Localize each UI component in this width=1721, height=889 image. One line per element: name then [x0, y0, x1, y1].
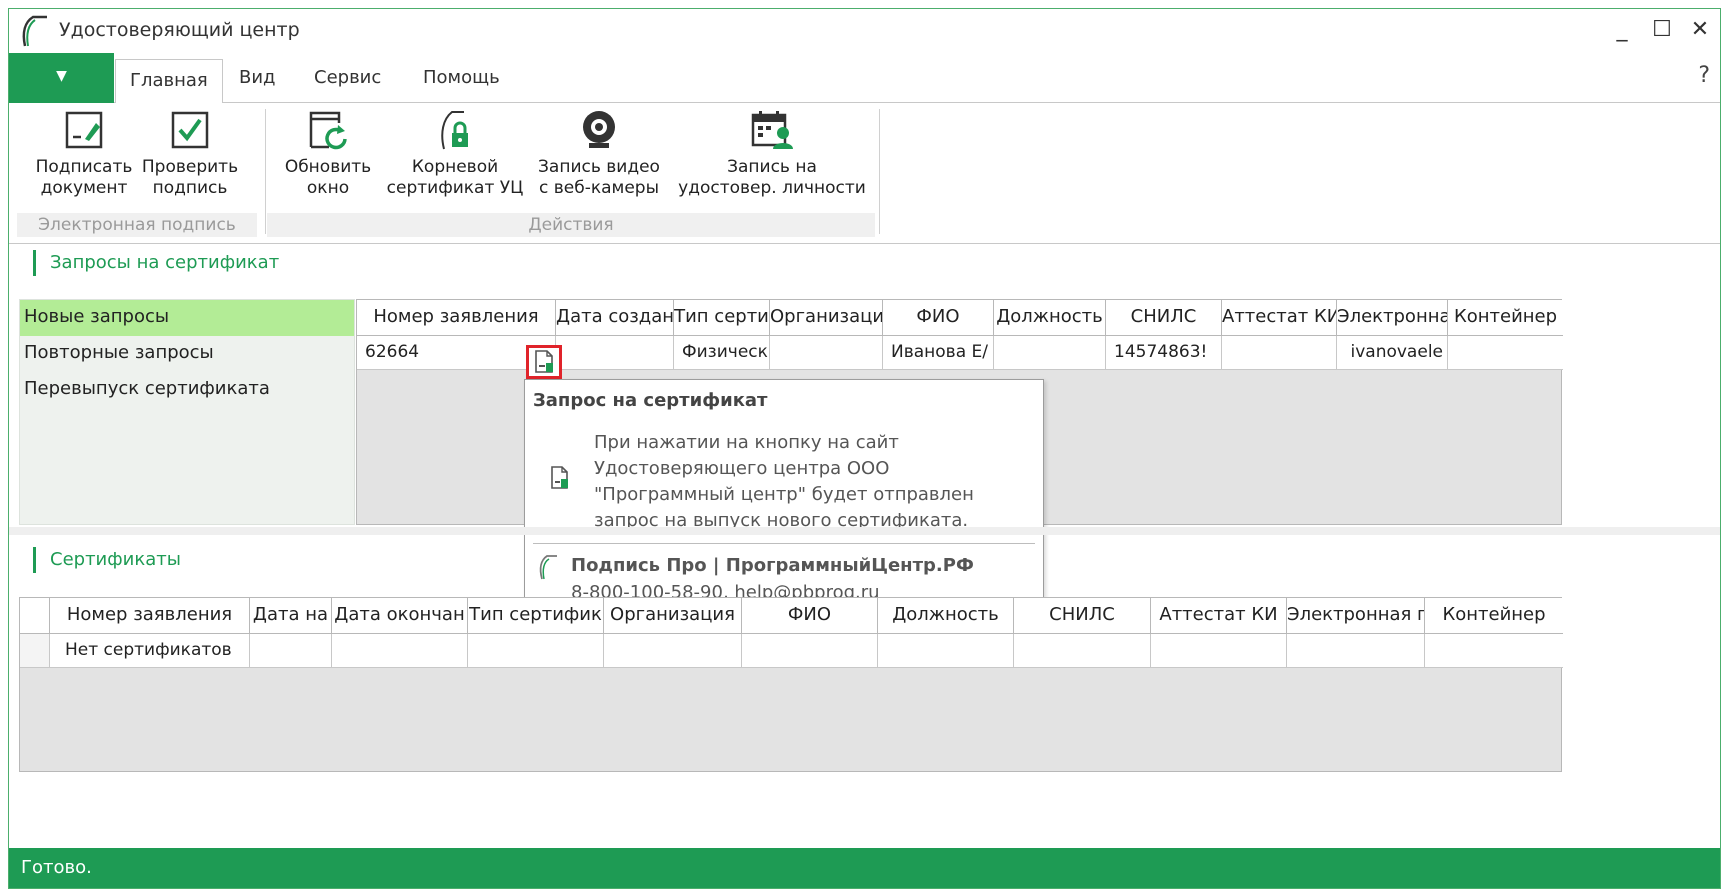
calendar-person-icon: [751, 111, 793, 149]
column-header[interactable]: Контейнер: [1425, 598, 1563, 634]
tab-view[interactable]: Вид: [239, 67, 276, 88]
table-cell[interactable]: [742, 634, 878, 668]
close-button[interactable]: ✕: [1682, 15, 1718, 45]
table-cell[interactable]: [250, 634, 332, 668]
sign-document-icon: [65, 111, 103, 149]
row-header[interactable]: [20, 634, 50, 668]
window-title: Удостоверяющий центр: [59, 19, 300, 41]
column-header[interactable]: Электронна: [1337, 300, 1448, 336]
column-header[interactable]: Тип серти: [674, 300, 770, 336]
cell-created-date[interactable]: [556, 336, 674, 370]
cell-cert-type[interactable]: Физическ: [674, 336, 770, 370]
identity-appointment-button[interactable]: Запись на удостовер. личности: [669, 109, 875, 199]
group-caption-actions: Действия: [267, 213, 875, 237]
menu-tab-bar: ▼ Главная Вид Сервис Помощь ?: [9, 53, 1720, 104]
root-certificate-icon: [441, 111, 468, 150]
requests-section-title: Запросы на сертификат: [33, 250, 279, 276]
column-header[interactable]: Тип сертифик: [468, 598, 604, 634]
webcam-icon: [583, 111, 615, 148]
table-cell[interactable]: [332, 634, 468, 668]
column-header[interactable]: Электронная г: [1287, 598, 1425, 634]
tooltip-body: При нажатии на кнопку на сайт Удостоверя…: [594, 432, 974, 531]
column-header[interactable]: Номер заявления: [357, 300, 556, 336]
column-header[interactable]: Должность: [878, 598, 1014, 634]
refresh-window-button[interactable]: Обновить окно: [275, 109, 381, 199]
ribbon-separator: [265, 109, 266, 234]
verify-signature-icon: [171, 111, 209, 149]
root-certificate-button[interactable]: Корневой сертификат УЦ: [381, 109, 529, 199]
tooltip-brand: Подпись Про | ПрограммныйЦентр.РФ: [571, 555, 974, 576]
table-cell[interactable]: [1425, 634, 1563, 668]
certificates-table: Номер заявления Дата на Дата окончан Тип…: [19, 597, 1563, 772]
cell-snils[interactable]: 14574863!: [1106, 336, 1222, 370]
main-window: Удостоверяющий центр _ ☐ ✕ ▼ Главная Вид…: [8, 8, 1721, 889]
sign-document-button[interactable]: Подписать документ: [23, 109, 145, 199]
maximize-button[interactable]: ☐: [1644, 15, 1680, 45]
table-cell[interactable]: [468, 634, 604, 668]
cell-position[interactable]: [994, 336, 1106, 370]
group-caption-signature: Электронная подпись: [17, 213, 257, 237]
ribbon-separator: [879, 109, 880, 234]
file-menu-button[interactable]: ▼: [9, 53, 114, 103]
tooltip-divider: [533, 543, 1035, 544]
list-item-new-requests[interactable]: Новые запросы: [20, 300, 354, 336]
section-divider: [9, 527, 1720, 535]
column-header[interactable]: Организация: [604, 598, 742, 634]
cell-full-name[interactable]: Иванова Е/: [883, 336, 994, 370]
table-cell[interactable]: [1014, 634, 1151, 668]
tooltip-title: Запрос на сертификат: [533, 390, 768, 411]
list-item-repeat-requests[interactable]: Повторные запросы: [20, 336, 354, 372]
certificates-section-title: Сертификаты: [33, 547, 181, 573]
column-header[interactable]: ФИО: [742, 598, 878, 634]
tab-service[interactable]: Сервис: [314, 67, 381, 88]
status-bar: Готово.: [9, 848, 1720, 888]
column-header[interactable]: Аттестат КИ: [1222, 300, 1337, 336]
column-header[interactable]: Номер заявления: [50, 598, 250, 634]
table-cell[interactable]: [1151, 634, 1287, 668]
app-logo-icon: [537, 554, 559, 585]
tab-home[interactable]: Главная: [115, 59, 223, 104]
list-item-reissue[interactable]: Перевыпуск сертификата: [20, 372, 354, 408]
cell-container[interactable]: [1448, 336, 1563, 370]
tooltip: Запрос на сертификат При нажатии на кноп…: [524, 379, 1044, 612]
column-header[interactable]: Дата окончан: [332, 598, 468, 634]
send-request-button[interactable]: [526, 345, 562, 379]
table-cell[interactable]: [878, 634, 1014, 668]
cell-email[interactable]: ivanovaele: [1337, 336, 1448, 370]
column-header[interactable]: Дата на: [250, 598, 332, 634]
column-header[interactable]: СНИЛС: [1014, 598, 1151, 634]
column-header[interactable]: ФИО: [883, 300, 994, 336]
document-request-icon: [535, 350, 553, 373]
tab-help[interactable]: Помощь: [423, 67, 500, 88]
empty-table-message: Нет сертификатов: [50, 634, 250, 668]
column-header[interactable]: Организаци: [770, 300, 883, 336]
minimize-button[interactable]: _: [1604, 15, 1640, 45]
column-header[interactable]: СНИЛС: [1106, 300, 1222, 336]
column-header[interactable]: Должность: [994, 300, 1106, 336]
column-header[interactable]: Дата создан: [556, 300, 674, 336]
title-bar: Удостоверяющий центр _ ☐ ✕: [9, 9, 1720, 53]
app-logo-icon: [19, 14, 51, 53]
cell-organization[interactable]: [770, 336, 883, 370]
document-request-icon: [547, 465, 573, 496]
column-header[interactable]: Аттестат КИ: [1151, 598, 1287, 634]
refresh-window-icon: [309, 111, 347, 150]
row-header-corner: [20, 598, 50, 634]
chevron-down-icon: ▼: [56, 68, 67, 84]
table-cell[interactable]: [604, 634, 742, 668]
column-header[interactable]: Контейнер: [1448, 300, 1563, 336]
help-icon[interactable]: ?: [1698, 63, 1710, 88]
request-type-list: Новые запросы Повторные запросы Перевыпу…: [19, 299, 355, 525]
table-cell[interactable]: [1287, 634, 1425, 668]
verify-signature-button[interactable]: Проверить подпись: [137, 109, 243, 199]
webcam-record-button[interactable]: Запись видео с веб-камеры: [529, 109, 669, 199]
ribbon: Подписать документ Проверить подпись Эле…: [9, 103, 1720, 244]
cell-certificate-ki[interactable]: [1222, 336, 1337, 370]
